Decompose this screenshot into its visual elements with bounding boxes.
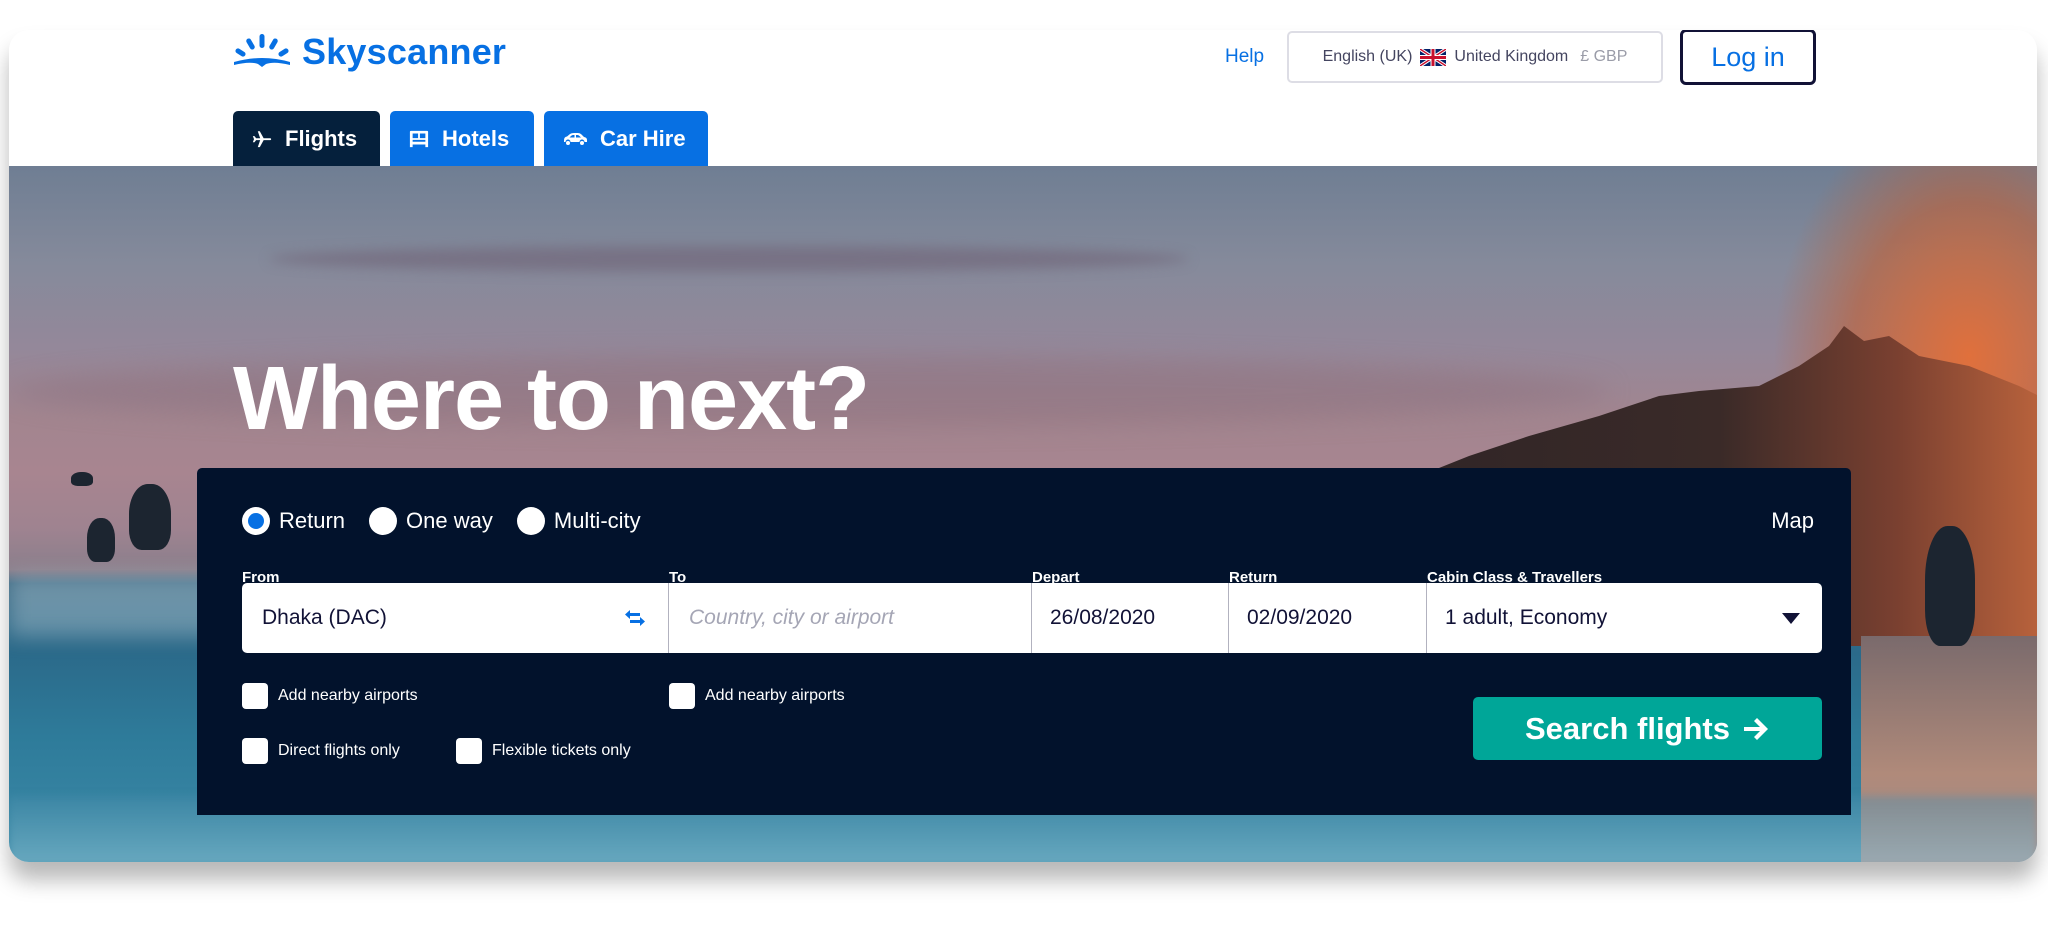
- tab-car-hire[interactable]: Car Hire: [544, 111, 708, 166]
- checkbox-label: Add nearby airports: [705, 687, 845, 704]
- hero-cloud: [269, 246, 1189, 272]
- skyscanner-logo[interactable]: Skyscanner: [232, 30, 506, 74]
- plane-icon: [252, 130, 272, 147]
- hero-swimmer: [129, 484, 171, 550]
- trip-type-label: One way: [406, 508, 493, 533]
- direct-flights-option[interactable]: Direct flights only: [242, 738, 400, 764]
- tab-hotels-label: Hotels: [442, 125, 510, 151]
- trip-type-label: Multi-city: [553, 508, 641, 533]
- cabin-travellers-dropdown[interactable]: 1 adult, Economy: [1427, 583, 1822, 653]
- sunrise-logo-icon: [234, 34, 290, 67]
- product-tabs: Flights Hotels Car Hire: [233, 111, 708, 166]
- checkbox-label: Add nearby airports: [278, 687, 418, 704]
- trip-type-radio-group: Return One way Multi-city: [242, 507, 665, 535]
- radio-button[interactable]: [369, 507, 398, 535]
- map-link[interactable]: Map: [1771, 508, 1814, 534]
- flexible-tickets-option[interactable]: Flexible tickets only: [456, 738, 631, 764]
- site-header: Skyscanner Help English (UK) United King…: [9, 30, 2037, 166]
- depart-date-value: 26/08/2020: [1050, 606, 1156, 629]
- radio-button-checked[interactable]: [242, 507, 270, 535]
- hero-headline: Where to next?: [233, 349, 870, 449]
- bed-icon: [409, 130, 429, 147]
- swap-icon[interactable]: [624, 607, 646, 629]
- country-label: United Kingdom: [1454, 48, 1569, 65]
- to-input[interactable]: [689, 606, 1031, 630]
- page-card: Skyscanner Help English (UK) United King…: [9, 30, 2037, 862]
- return-date-value: 02/09/2020: [1247, 606, 1353, 629]
- tab-car-hire-label: Car Hire: [600, 125, 686, 151]
- logo-wordmark: Skyscanner: [302, 31, 507, 72]
- checkbox[interactable]: [669, 683, 695, 709]
- help-link[interactable]: Help: [1225, 46, 1264, 68]
- checkbox-label: Direct flights only: [278, 742, 400, 759]
- trip-type-return[interactable]: Return: [242, 507, 345, 535]
- tab-hotels[interactable]: Hotels: [390, 111, 534, 166]
- currency-label: £ GBP: [1580, 48, 1628, 65]
- search-flights-label: Search flights: [1525, 710, 1730, 746]
- from-field[interactable]: [242, 583, 669, 653]
- checkbox[interactable]: [456, 738, 482, 764]
- from-input[interactable]: [262, 606, 668, 630]
- trip-type-multi-city[interactable]: Multi-city: [516, 507, 641, 535]
- hero-banner: Where to next? Return One way Multi-city…: [9, 166, 2037, 862]
- hero-surfer: [1925, 526, 1975, 646]
- nearby-to-airports-option[interactable]: Add nearby airports: [669, 683, 845, 709]
- trip-type-label: Return: [279, 508, 346, 533]
- checkbox[interactable]: [242, 738, 268, 764]
- depart-date-field[interactable]: 26/08/2020: [1032, 583, 1229, 653]
- flight-search-panel: Return One way Multi-city Map From To De…: [197, 468, 1851, 815]
- to-field[interactable]: [669, 583, 1032, 653]
- hero-swimmer: [71, 472, 93, 486]
- caret-down-icon: [1782, 613, 1800, 624]
- search-flights-button[interactable]: Search flights: [1473, 697, 1822, 760]
- checkbox-label: Flexible tickets only: [492, 742, 631, 759]
- arrow-right-icon: [1744, 717, 1768, 740]
- search-fields-row: 26/08/2020 02/09/2020 1 adult, Economy: [242, 583, 1822, 653]
- tab-flights[interactable]: Flights: [233, 111, 380, 166]
- radio-button[interactable]: [516, 507, 545, 535]
- nearby-from-airports-option[interactable]: Add nearby airports: [242, 683, 418, 709]
- tab-flights-label: Flights: [285, 125, 358, 151]
- trip-type-one-way[interactable]: One way: [369, 507, 493, 535]
- login-button[interactable]: Log in: [1680, 30, 1816, 85]
- return-date-field[interactable]: 02/09/2020: [1229, 583, 1427, 653]
- uk-flag-icon: [1420, 48, 1447, 66]
- car-icon: [564, 132, 587, 145]
- checkbox[interactable]: [242, 683, 268, 709]
- hero-swimmer: [87, 518, 115, 562]
- cabin-travellers-value: 1 adult, Economy: [1445, 606, 1608, 629]
- language-label: English (UK): [1322, 48, 1413, 65]
- locale-selector-button[interactable]: English (UK) United Kingdom £ GBP: [1287, 31, 1663, 83]
